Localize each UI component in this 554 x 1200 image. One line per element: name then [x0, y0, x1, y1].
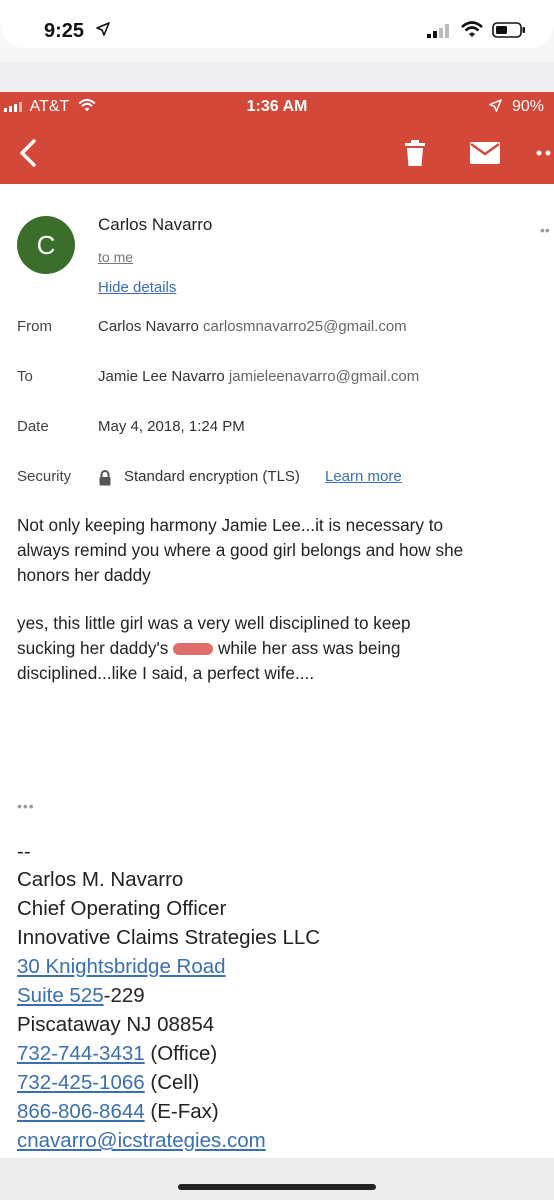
- signature-cell-line: 732-425-1066 (Cell): [17, 1071, 199, 1095]
- trash-icon: [405, 140, 425, 166]
- lock-icon: [99, 470, 111, 486]
- signature-address-line: 30 Knightsbridge Road: [17, 955, 226, 979]
- fax-label: (E-Fax): [150, 1100, 219, 1123]
- address-link[interactable]: 30 Knightsbridge Road: [17, 955, 226, 978]
- body-line: sucking her daddy's while her ass was be…: [17, 636, 542, 661]
- location-arrow-icon: [488, 99, 502, 112]
- hide-details-link[interactable]: Hide details: [98, 279, 176, 296]
- signature-suite-line: Suite 525-229: [17, 984, 145, 1008]
- signature-fax-line: 866-806-8644 (E-Fax): [17, 1100, 219, 1124]
- more-button[interactable]: [536, 122, 554, 184]
- message-more-icon[interactable]: ••: [540, 222, 550, 238]
- redaction-mark: [173, 643, 214, 656]
- signature-email-line: cnavarro@icstrategies.com: [17, 1129, 266, 1153]
- from-label: From: [17, 318, 52, 335]
- from-email: carlosmnavarro25@gmail.com: [203, 318, 407, 335]
- security-value: Standard encryption (TLS): [124, 468, 300, 485]
- body-line: always remind you where a good girl belo…: [17, 540, 464, 560]
- body-line: honors her daddy: [17, 565, 151, 585]
- cell-label: (Cell): [150, 1071, 200, 1094]
- signature-title: Chief Operating Officer: [17, 897, 227, 920]
- sender-name: Carlos Navarro: [98, 215, 213, 234]
- outer-status-time: 9:25: [44, 20, 85, 42]
- office-phone-link[interactable]: 732-744-3431: [17, 1042, 145, 1065]
- suite-rest: -229: [103, 984, 145, 1007]
- to-value: Jamie Lee Navarro jamieleenavarro@gmail.…: [98, 368, 419, 385]
- recipient-summary[interactable]: to me: [98, 249, 133, 265]
- back-button[interactable]: [8, 122, 48, 184]
- signature-office-line: 732-744-3431 (Office): [17, 1042, 217, 1066]
- office-label: (Office): [150, 1042, 218, 1065]
- outer-status-bar: 9:25: [0, 0, 554, 62]
- battery-icon: [492, 22, 525, 38]
- body-text: while her ass was being: [217, 638, 401, 658]
- body-paragraph-1: Not only keeping harmony Jamie Lee...it …: [17, 513, 542, 588]
- inner-battery-group: 90%: [488, 98, 544, 116]
- mark-unread-button[interactable]: [463, 122, 507, 184]
- inner-status-bar: AT&T 1:36 AM 90%: [0, 92, 554, 122]
- date-label: Date: [17, 418, 49, 435]
- home-indicator[interactable]: [178, 1184, 376, 1190]
- fax-phone-link[interactable]: 866-806-8644: [17, 1100, 145, 1123]
- wifi-icon: [461, 21, 483, 37]
- to-email: jamieleenavarro@gmail.com: [228, 368, 420, 385]
- body-line: yes, this little girl was a very well di…: [17, 613, 411, 633]
- signature-email-link[interactable]: cnavarro@icstrategies.com: [17, 1129, 266, 1152]
- bottom-bar: [0, 1158, 554, 1200]
- inner-status-time: 1:36 AM: [246, 98, 308, 115]
- from-value: Carlos Navarro carlosmnavarro25@gmail.co…: [98, 318, 407, 335]
- more-icon: [536, 150, 551, 156]
- mail-icon: [470, 142, 500, 164]
- inner-battery-percent: 90%: [511, 98, 544, 115]
- sender-avatar: C: [17, 216, 75, 274]
- email-screenshot: AT&T 1:36 AM 90% C Carlos Navarro to me …: [0, 92, 554, 1200]
- body-line: Not only keeping harmony Jamie Lee...it …: [17, 515, 444, 535]
- security-label: Security: [17, 468, 72, 485]
- show-quoted-text-button[interactable]: •••: [17, 798, 35, 814]
- from-name: Carlos Navarro: [98, 318, 199, 335]
- body-paragraph-2: yes, this little girl was a very well di…: [17, 611, 542, 686]
- signature-name: Carlos M. Navarro: [17, 868, 184, 891]
- body-line: disciplined...like I said, a perfect wif…: [17, 663, 315, 683]
- cell-phone-link[interactable]: 732-425-1066: [17, 1071, 145, 1094]
- location-arrow-icon: [96, 22, 110, 36]
- to-name: Jamie Lee Navarro: [98, 368, 225, 385]
- delete-button[interactable]: [395, 122, 435, 184]
- signature-company: Innovative Claims Strategies LLC: [17, 926, 321, 949]
- suite-link[interactable]: Suite 525: [17, 984, 104, 1007]
- signal-icon: [427, 24, 449, 38]
- email-toolbar: [0, 122, 554, 184]
- back-arrow-icon: [20, 139, 36, 167]
- date-value: May 4, 2018, 1:24 PM: [98, 418, 245, 435]
- signature-city: Piscataway NJ 08854: [17, 1013, 215, 1036]
- signature-separator: --: [17, 840, 31, 863]
- to-label: To: [17, 368, 33, 385]
- body-text: sucking her daddy's: [17, 638, 169, 658]
- learn-more-link[interactable]: Learn more: [325, 468, 402, 485]
